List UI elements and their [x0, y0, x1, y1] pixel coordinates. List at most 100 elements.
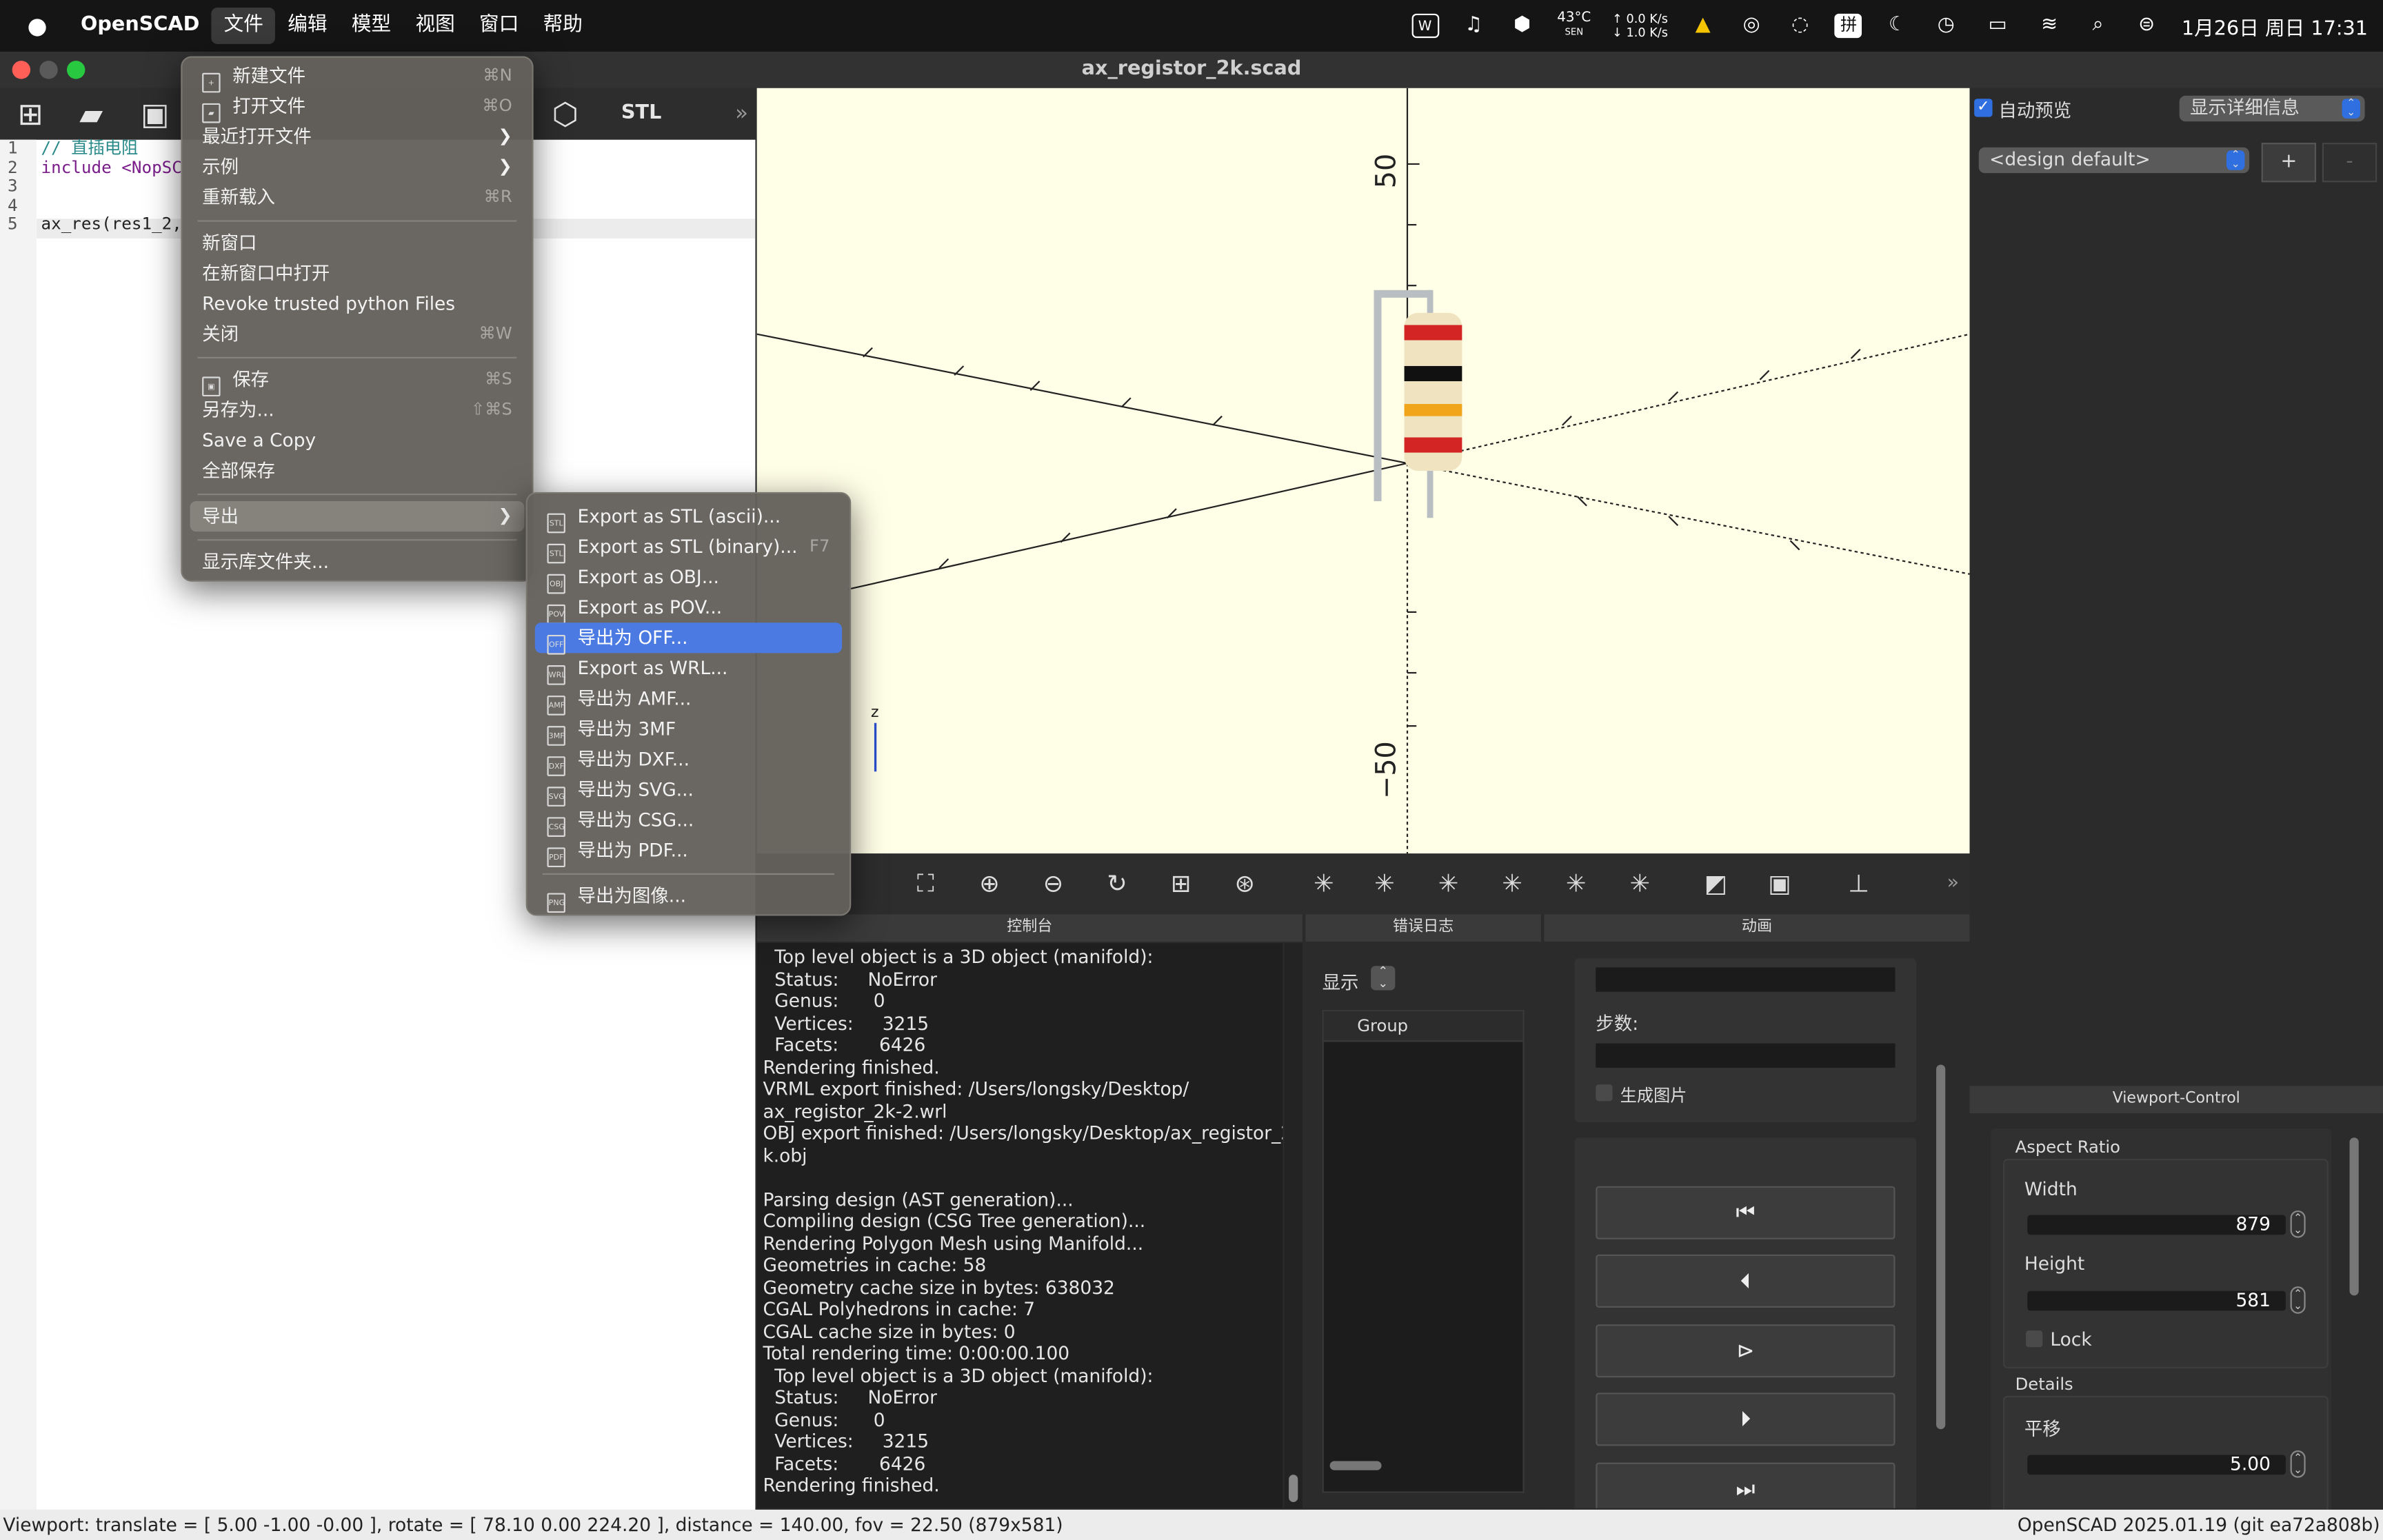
menu-item-export[interactable]: 导出 ❯ — [190, 501, 525, 532]
apple-icon[interactable]: ● — [15, 8, 59, 44]
wireframe-icon[interactable]: ▣ — [1757, 862, 1802, 905]
code-line[interactable]: include <NopSC — [41, 158, 182, 178]
app-menu[interactable]: OpenSCAD — [68, 8, 212, 44]
anim-scrollbar[interactable] — [1936, 1064, 1946, 1430]
width-field[interactable]: 879 — [2027, 1214, 2286, 1235]
code-text[interactable]: // 直插电阻 include <NopSC ax_res(res1_2, — [41, 139, 182, 235]
open-file-icon[interactable]: ▰ — [70, 94, 112, 134]
control-center-icon[interactable]: ⊜ — [2133, 14, 2160, 38]
view-right-icon[interactable]: ✳ — [1301, 862, 1347, 905]
minimize-window-button[interactable] — [39, 61, 58, 79]
menu-item-save[interactable]: ▣ 保存 ⌘S — [190, 365, 525, 397]
menu-item-examples[interactable]: 示例 ❯ — [190, 152, 525, 182]
view-bottom-icon[interactable]: ✳ — [1617, 862, 1662, 905]
menu-item-new-window[interactable]: 新窗口 — [190, 227, 525, 258]
battery-icon[interactable]: ▭ — [1981, 14, 2014, 38]
add-preset-button[interactable]: + — [2261, 143, 2317, 183]
show-axes-icon[interactable]: ⊥ — [1836, 862, 1882, 905]
export-3mf[interactable]: 3MF 导出为 3MF — [535, 714, 842, 746]
auto-preview-checkbox[interactable]: ✓ — [1974, 99, 1993, 117]
menu-item-recent-files[interactable]: 最近打开文件 ❯ — [190, 121, 525, 152]
3d-viewport[interactable]: 50 −50 z — [756, 88, 1970, 854]
zoom-in-icon[interactable]: ⊕ — [967, 862, 1012, 905]
error-table[interactable]: Group — [1322, 1010, 1525, 1493]
menu-item-reload[interactable]: 重新载入 ⌘R — [190, 182, 525, 212]
render-3d-icon[interactable]: ⬡ — [544, 94, 587, 134]
moon-icon[interactable]: ☾ — [1884, 14, 1911, 38]
code-line[interactable] — [41, 178, 182, 197]
menu-item-new-file[interactable]: + 新建文件 ⌘N — [190, 61, 525, 93]
zoom-out-icon[interactable]: ⊖ — [1030, 862, 1076, 905]
menu-design[interactable]: 模型 — [339, 8, 403, 44]
export-pov[interactable]: POV Export as POV... — [535, 592, 842, 625]
view-left-icon[interactable]: ✳ — [1362, 862, 1407, 905]
network-speed[interactable]: ↑ 0.0 K/s ↓ 1.0 K/s — [1612, 12, 1668, 40]
export-stl-button[interactable]: STL — [616, 94, 667, 134]
width-stepper[interactable]: ⌃ ⌄ — [2290, 1210, 2306, 1238]
anim-last-frame-button[interactable]: ⏭ — [1596, 1462, 1896, 1508]
menu-view[interactable]: 视图 — [403, 8, 467, 44]
menu-file[interactable]: 文件 — [211, 8, 276, 44]
surfaces-icon[interactable]: ◩ — [1693, 862, 1738, 905]
toolbar-overflow-icon[interactable]: » — [1930, 862, 1975, 905]
code-line[interactable] — [41, 196, 182, 216]
view-front-icon[interactable]: ✳ — [1489, 862, 1535, 905]
anim-prev-frame-button[interactable]: ⏴ — [1596, 1254, 1896, 1308]
export-amf[interactable]: AMF 导出为 AMF... — [535, 683, 842, 716]
menu-window[interactable]: 窗口 — [467, 8, 531, 44]
code-line[interactable]: ax_res(res1_2, — [41, 215, 182, 235]
height-field[interactable]: 581 — [2027, 1290, 2286, 1311]
steps-field[interactable] — [1596, 1043, 1896, 1068]
error-table-scrollbar[interactable] — [1329, 1461, 1382, 1470]
export-dxf[interactable]: DXF 导出为 DXF... — [535, 744, 842, 776]
show-filter-select[interactable]: ⌃ ⌄ — [1371, 965, 1396, 991]
export-svg[interactable]: SVG 导出为 SVG... — [535, 775, 842, 807]
menu-item-open-in-new-window[interactable]: 在新窗口中打开 — [190, 259, 525, 289]
export-wrl[interactable]: WRL Export as WRL... — [535, 653, 842, 685]
save-file-icon[interactable]: ▣ — [134, 94, 177, 134]
export-stl-binary[interactable]: STL Export as STL (binary)... F7 — [535, 531, 842, 564]
export-stl-ascii[interactable]: STL Export as STL (ascii)... — [535, 501, 842, 534]
view-top-icon[interactable]: ✳ — [1554, 862, 1599, 905]
maximize-window-button[interactable] — [66, 61, 86, 79]
remove-preset-button[interactable]: - — [2322, 143, 2377, 183]
warning-icon[interactable]: ▲ — [1689, 14, 1717, 38]
wps-icon[interactable]: W — [1411, 13, 1439, 39]
export-pdf[interactable]: PDF 导出为 PDF... — [535, 835, 842, 868]
view-back-icon[interactable]: ✳ — [1425, 862, 1471, 905]
input-method[interactable]: 拼 — [1835, 13, 1863, 39]
orthogonal-icon[interactable]: ⊛ — [1222, 862, 1267, 905]
shield-icon[interactable]: ⬢ — [1509, 14, 1536, 38]
pan-field[interactable]: 5.00 — [2027, 1455, 2286, 1475]
time-field[interactable] — [1596, 967, 1896, 992]
close-window-button[interactable] — [12, 61, 31, 79]
menu-item-save-as[interactable]: 另存为... ⇧⌘S — [190, 395, 525, 425]
console-output[interactable]: Top level object is a 3D object (manifol… — [756, 943, 1283, 1508]
view-all-icon[interactable]: ⛶ — [903, 862, 948, 905]
anim-first-frame-button[interactable]: ⏮ — [1596, 1186, 1896, 1239]
menu-item-save-copy[interactable]: Save a Copy — [190, 425, 525, 456]
search-icon[interactable]: ⌕ — [2084, 14, 2112, 38]
console-scrollbar[interactable] — [1284, 943, 1303, 1508]
notification-bell-icon[interactable]: ♫ — [1460, 14, 1487, 38]
pan-stepper[interactable]: ⌃ ⌄ — [2290, 1450, 2306, 1478]
export-obj[interactable]: OBJ Export as OBJ... — [535, 562, 842, 594]
anim-next-frame-button[interactable]: ⏵ — [1596, 1392, 1896, 1446]
menu-help[interactable]: 帮助 — [531, 8, 595, 44]
detail-level-select[interactable]: 显示详细信息 ⌃ ⌄ — [2179, 95, 2365, 122]
export-image[interactable]: PNG 导出为图像... — [535, 881, 842, 913]
export-csg[interactable]: CSG 导出为 CSG... — [535, 805, 842, 837]
temp-readout[interactable]: 43°C SEN — [1557, 12, 1591, 40]
group-column-header[interactable]: Group — [1323, 1011, 1523, 1042]
clock-icon[interactable]: ◷ — [1932, 14, 1960, 38]
anim-play-button[interactable]: ⊳ — [1596, 1324, 1896, 1378]
code-line[interactable]: // 直插电阻 — [41, 139, 182, 159]
lock-checkbox[interactable] — [2026, 1330, 2043, 1348]
export-off[interactable]: OFF 导出为 OFF... — [534, 622, 843, 655]
gen-images-checkbox[interactable] — [1596, 1084, 1613, 1102]
menu-item-open-file[interactable]: ▰ 打开文件 ⌘O — [190, 91, 525, 123]
perspective-icon[interactable]: ⊞ — [1158, 862, 1204, 905]
menu-edit[interactable]: 编辑 — [276, 8, 340, 44]
chat-icon[interactable]: ◌ — [1787, 14, 1814, 38]
new-file-icon[interactable]: ⊞ — [9, 94, 52, 134]
